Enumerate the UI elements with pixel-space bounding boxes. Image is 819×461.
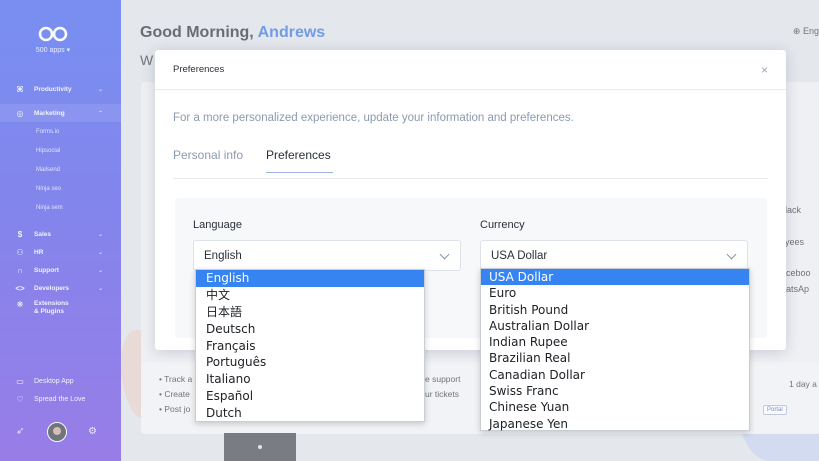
- language-option[interactable]: Dutch: [196, 405, 424, 422]
- modal-header: Preferences: [155, 50, 786, 90]
- language-option[interactable]: 中文: [196, 287, 424, 304]
- currency-select-value: USA Dollar: [491, 249, 548, 262]
- currency-option[interactable]: Swiss Franc: [481, 383, 749, 399]
- language-option[interactable]: Português: [196, 354, 424, 371]
- language-option[interactable]: 日本語: [196, 304, 424, 321]
- tab-personal-info[interactable]: Personal info: [173, 148, 243, 172]
- currency-label: Currency: [480, 219, 525, 231]
- modal-description: For a more personalized experience, upda…: [173, 112, 574, 124]
- language-options-list: English 中文 日本語 Deutsch Français Portuguê…: [195, 269, 425, 422]
- currency-option[interactable]: USA Dollar: [481, 269, 749, 286]
- language-option[interactable]: English: [196, 270, 424, 287]
- language-option[interactable]: Deutsch: [196, 321, 424, 338]
- currency-option[interactable]: Brazilian Real: [481, 350, 749, 366]
- currency-option[interactable]: British Pound: [481, 302, 749, 318]
- language-option[interactable]: Italiano: [196, 371, 424, 388]
- currency-option[interactable]: Canadian Dollar: [481, 367, 749, 383]
- language-option[interactable]: Español: [196, 388, 424, 405]
- language-select-value: English: [204, 249, 242, 262]
- currency-option[interactable]: Indian Rupee: [481, 334, 749, 350]
- language-label: Language: [193, 219, 242, 231]
- tab-bar: Personal info Preferences: [173, 146, 768, 179]
- currency-option[interactable]: Euro: [481, 285, 749, 301]
- chevron-down-icon: [439, 249, 450, 260]
- currency-select[interactable]: USA Dollar: [480, 240, 748, 271]
- tab-preferences[interactable]: Preferences: [266, 148, 333, 173]
- language-select[interactable]: English: [193, 240, 461, 271]
- close-icon[interactable]: ×: [761, 63, 768, 77]
- language-option[interactable]: Français: [196, 338, 424, 355]
- chevron-down-icon: [726, 249, 737, 260]
- currency-options-list: USA Dollar Euro British Pound Australian…: [480, 268, 750, 431]
- currency-option[interactable]: Japanese Yen: [481, 416, 749, 432]
- modal-title: Preferences: [173, 64, 225, 75]
- currency-option[interactable]: Australian Dollar: [481, 318, 749, 334]
- currency-option[interactable]: Chinese Yuan: [481, 399, 749, 415]
